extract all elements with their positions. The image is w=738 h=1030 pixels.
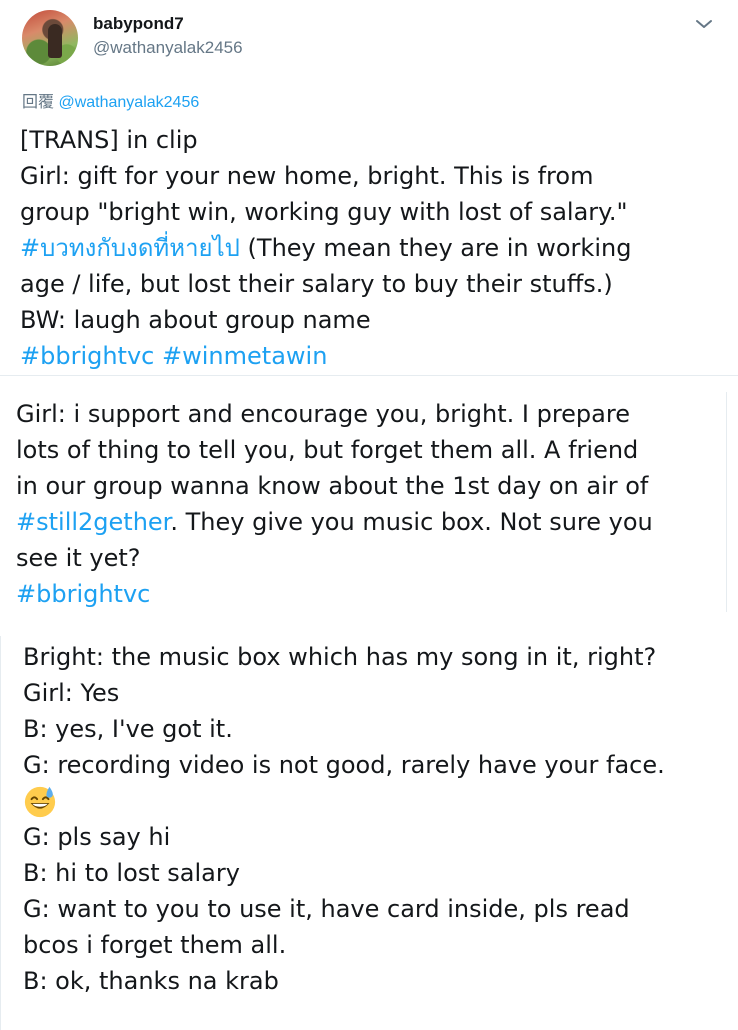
text-segment: age / life, but lost their salary to buy… bbox=[20, 270, 613, 298]
text-segment bbox=[154, 342, 162, 370]
hashtag-link[interactable]: #still2gether bbox=[16, 508, 170, 536]
continuation-text-block-1: Girl: i support and encourage you, brigh… bbox=[0, 392, 727, 612]
text-line: #still2gether. They give you music box. … bbox=[16, 504, 653, 540]
text-segment: G: want to you to use it, have card insi… bbox=[23, 895, 630, 923]
hashtag-link[interactable]: #winmetawin bbox=[162, 342, 327, 370]
text-line: Girl: gift for your new home, bright. Th… bbox=[20, 158, 631, 194]
tweet-card[interactable]: babypond7 @wathanyalak2456 回覆 @wathanyal… bbox=[0, 0, 738, 376]
text-segment: Girl: Yes bbox=[23, 679, 120, 707]
user-handle[interactable]: @wathanyalak2456 bbox=[93, 38, 243, 58]
text-segment: . They give you music box. Not sure you bbox=[170, 508, 653, 536]
text-line: G: recording video is not good, rarely h… bbox=[23, 747, 665, 783]
hashtag-link[interactable]: #bbrightvc bbox=[16, 580, 150, 608]
text-line: B: ok, thanks na krab bbox=[23, 963, 665, 999]
text-segment: G: recording video is not good, rarely h… bbox=[23, 751, 665, 779]
text-line: group "bright win, working guy with lost… bbox=[20, 194, 631, 230]
text-line: Bright: the music box which has my song … bbox=[23, 639, 665, 675]
text-line: Girl: i support and encourage you, brigh… bbox=[16, 396, 653, 432]
text-line: #bbrightvc #winmetawin bbox=[20, 338, 631, 374]
chevron-down-icon[interactable] bbox=[692, 12, 716, 36]
text-segment: B: yes, I've got it. bbox=[23, 715, 233, 743]
text-line: #บวทงกับงดที่หายไป (They mean they are i… bbox=[20, 230, 631, 266]
avatar[interactable] bbox=[22, 10, 78, 66]
translated-tweet-screenshot: babypond7 @wathanyalak2456 回覆 @wathanyal… bbox=[0, 0, 738, 1030]
text-line: #bbrightvc bbox=[16, 576, 653, 612]
text-segment: see it yet? bbox=[16, 544, 141, 572]
text-segment: Bright: the music box which has my song … bbox=[23, 643, 657, 671]
continuation-text-block-2: Bright: the music box which has my song … bbox=[0, 636, 738, 1030]
text-line: age / life, but lost their salary to buy… bbox=[20, 266, 631, 302]
display-name[interactable]: babypond7 bbox=[93, 14, 184, 34]
text-line: G: pls say hi bbox=[23, 819, 665, 855]
hashtag-link[interactable]: #บวทงกับงดที่หายไป bbox=[20, 234, 240, 262]
text-line bbox=[23, 783, 665, 819]
text-segment: G: pls say hi bbox=[23, 823, 171, 851]
replying-to: 回覆 @wathanyalak2456 bbox=[22, 88, 199, 112]
text-line: lots of thing to tell you, but forget th… bbox=[16, 432, 653, 468]
text-line: B: yes, I've got it. bbox=[23, 711, 665, 747]
grinning-sweat-emoji bbox=[24, 786, 56, 818]
text-segment: B: ok, thanks na krab bbox=[23, 967, 279, 995]
tweet-text: [TRANS] in clip Girl: gift for your new h… bbox=[20, 122, 631, 374]
reply-prefix: 回覆 bbox=[22, 94, 55, 111]
text-segment: group "bright win, working guy with lost… bbox=[20, 198, 628, 226]
text-line: BW: laugh about group name bbox=[20, 302, 631, 338]
text-line: B: hi to lost salary bbox=[23, 855, 665, 891]
hashtag-link[interactable]: #bbrightvc bbox=[20, 342, 154, 370]
reply-mention-link[interactable]: @wathanyalak2456 bbox=[58, 94, 199, 111]
text-segment: lots of thing to tell you, but forget th… bbox=[16, 436, 639, 464]
text-segment: in our group wanna know about the 1st da… bbox=[16, 472, 649, 500]
text-segment: Girl: gift for your new home, bright. Th… bbox=[20, 162, 594, 190]
text-line: Girl: Yes bbox=[23, 675, 665, 711]
text-line: in our group wanna know about the 1st da… bbox=[16, 468, 653, 504]
text-line: G: want to you to use it, have card insi… bbox=[23, 891, 665, 927]
text-segment: bcos i forget them all. bbox=[23, 931, 287, 959]
text-line: [TRANS] in clip bbox=[20, 122, 631, 158]
avatar-photo-figure bbox=[48, 24, 62, 58]
text-line: see it yet? bbox=[16, 540, 653, 576]
text-segment: Girl: i support and encourage you, brigh… bbox=[16, 400, 630, 428]
text-segment: [TRANS] in clip bbox=[20, 126, 198, 154]
continuation-text: Girl: i support and encourage you, brigh… bbox=[16, 396, 653, 612]
text-segment: BW: laugh about group name bbox=[20, 306, 371, 334]
text-line: bcos i forget them all. bbox=[23, 927, 665, 963]
text-segment: B: hi to lost salary bbox=[23, 859, 240, 887]
continuation-text: Bright: the music box which has my song … bbox=[23, 639, 665, 999]
text-segment: (They mean they are in working bbox=[239, 234, 632, 262]
